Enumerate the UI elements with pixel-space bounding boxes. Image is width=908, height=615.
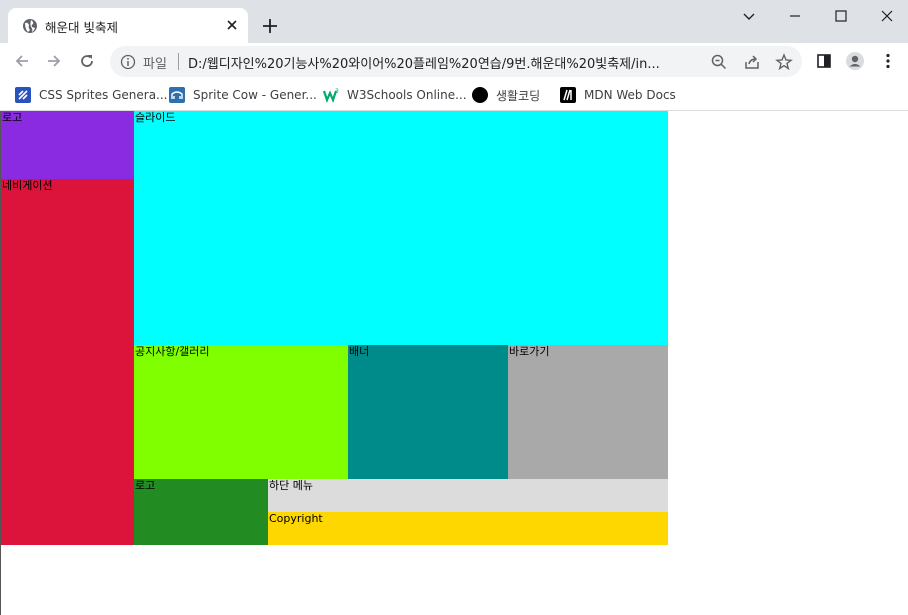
address-bar[interactable]: 파일 D:/웹디자인%20기능사%20와이어%20플레임%20연습/9번.해운대… bbox=[110, 46, 802, 77]
new-tab-icon[interactable] bbox=[260, 16, 280, 36]
bookmark-item[interactable]: 생활코딩 bbox=[472, 84, 540, 106]
tab-strip: 해운대 빛축제 bbox=[0, 0, 908, 43]
share-icon[interactable] bbox=[743, 53, 761, 71]
svg-text:3: 3 bbox=[335, 88, 339, 95]
back-arrow-icon[interactable] bbox=[12, 51, 32, 71]
side-panel-icon[interactable] bbox=[814, 51, 834, 71]
tab-search-chevron-icon[interactable] bbox=[739, 6, 759, 26]
page-viewport: 로고 네비게이션 슬라이드 공지사항/갤러리 배너 바로가기 로고 하단 메뉴 … bbox=[0, 111, 908, 615]
close-window-icon[interactable] bbox=[877, 6, 897, 26]
logo-area: 로고 bbox=[1, 111, 134, 179]
browser-toolbar: 파일 D:/웹디자인%20기능사%20와이어%20플레임%20연습/9번.해운대… bbox=[0, 43, 908, 80]
bookmark-label: Sprite Cow - Gener... bbox=[193, 88, 317, 102]
more-menu-icon[interactable] bbox=[878, 51, 898, 71]
bookmark-item[interactable]: MDN Web Docs bbox=[560, 84, 676, 106]
browser-tab[interactable]: 해운대 빛축제 bbox=[8, 8, 248, 43]
globe-icon bbox=[23, 19, 37, 33]
bookmark-star-icon[interactable] bbox=[775, 53, 793, 71]
address-scheme: 파일 bbox=[143, 57, 167, 72]
forward-arrow-icon[interactable] bbox=[44, 51, 64, 71]
bookmark-item[interactable]: 3 W3Schools Online... bbox=[323, 84, 467, 106]
minimize-icon[interactable] bbox=[785, 6, 805, 26]
w3schools-icon: 3 bbox=[323, 88, 339, 103]
zoom-icon[interactable] bbox=[710, 53, 728, 71]
navigation-area: 네비게이션 bbox=[1, 179, 134, 545]
saenghwal-coding-icon bbox=[472, 87, 488, 103]
copyright-area: Copyright bbox=[268, 512, 668, 545]
bookmark-item[interactable]: Sprite Cow - Gener... bbox=[169, 84, 317, 106]
bookmark-label: W3Schools Online... bbox=[347, 88, 467, 102]
info-icon[interactable] bbox=[120, 54, 136, 70]
footer-menu-area: 하단 메뉴 bbox=[268, 479, 668, 512]
mdn-icon bbox=[560, 87, 576, 103]
profile-icon[interactable] bbox=[845, 51, 865, 71]
reload-icon[interactable] bbox=[77, 51, 97, 71]
css-sprites-icon bbox=[15, 87, 31, 103]
slide-area: 슬라이드 bbox=[134, 111, 668, 345]
bookmark-label: 생활코딩 bbox=[496, 88, 541, 103]
tab-title: 해운대 빛축제 bbox=[45, 20, 118, 35]
address-separator bbox=[178, 53, 179, 70]
banner-area: 배너 bbox=[348, 345, 508, 479]
notice-gallery-area: 공지사항/갤러리 bbox=[134, 345, 348, 479]
bookmark-label: CSS Sprites Genera... bbox=[39, 88, 168, 102]
sprite-cow-icon bbox=[169, 87, 185, 103]
close-tab-icon[interactable] bbox=[224, 17, 240, 33]
shortcut-area: 바로가기 bbox=[508, 345, 668, 479]
bookmark-label: MDN Web Docs bbox=[584, 88, 676, 102]
bookmarks-bar: CSS Sprites Genera... Sprite Cow - Gener… bbox=[0, 80, 908, 111]
maximize-icon[interactable] bbox=[831, 6, 851, 26]
address-url[interactable]: D:/웹디자인%20기능사%20와이어%20플레임%20연습/9번.해운대%20… bbox=[188, 53, 700, 72]
bookmark-item[interactable]: CSS Sprites Genera... bbox=[15, 84, 167, 106]
footer-logo-area: 로고 bbox=[134, 479, 268, 545]
